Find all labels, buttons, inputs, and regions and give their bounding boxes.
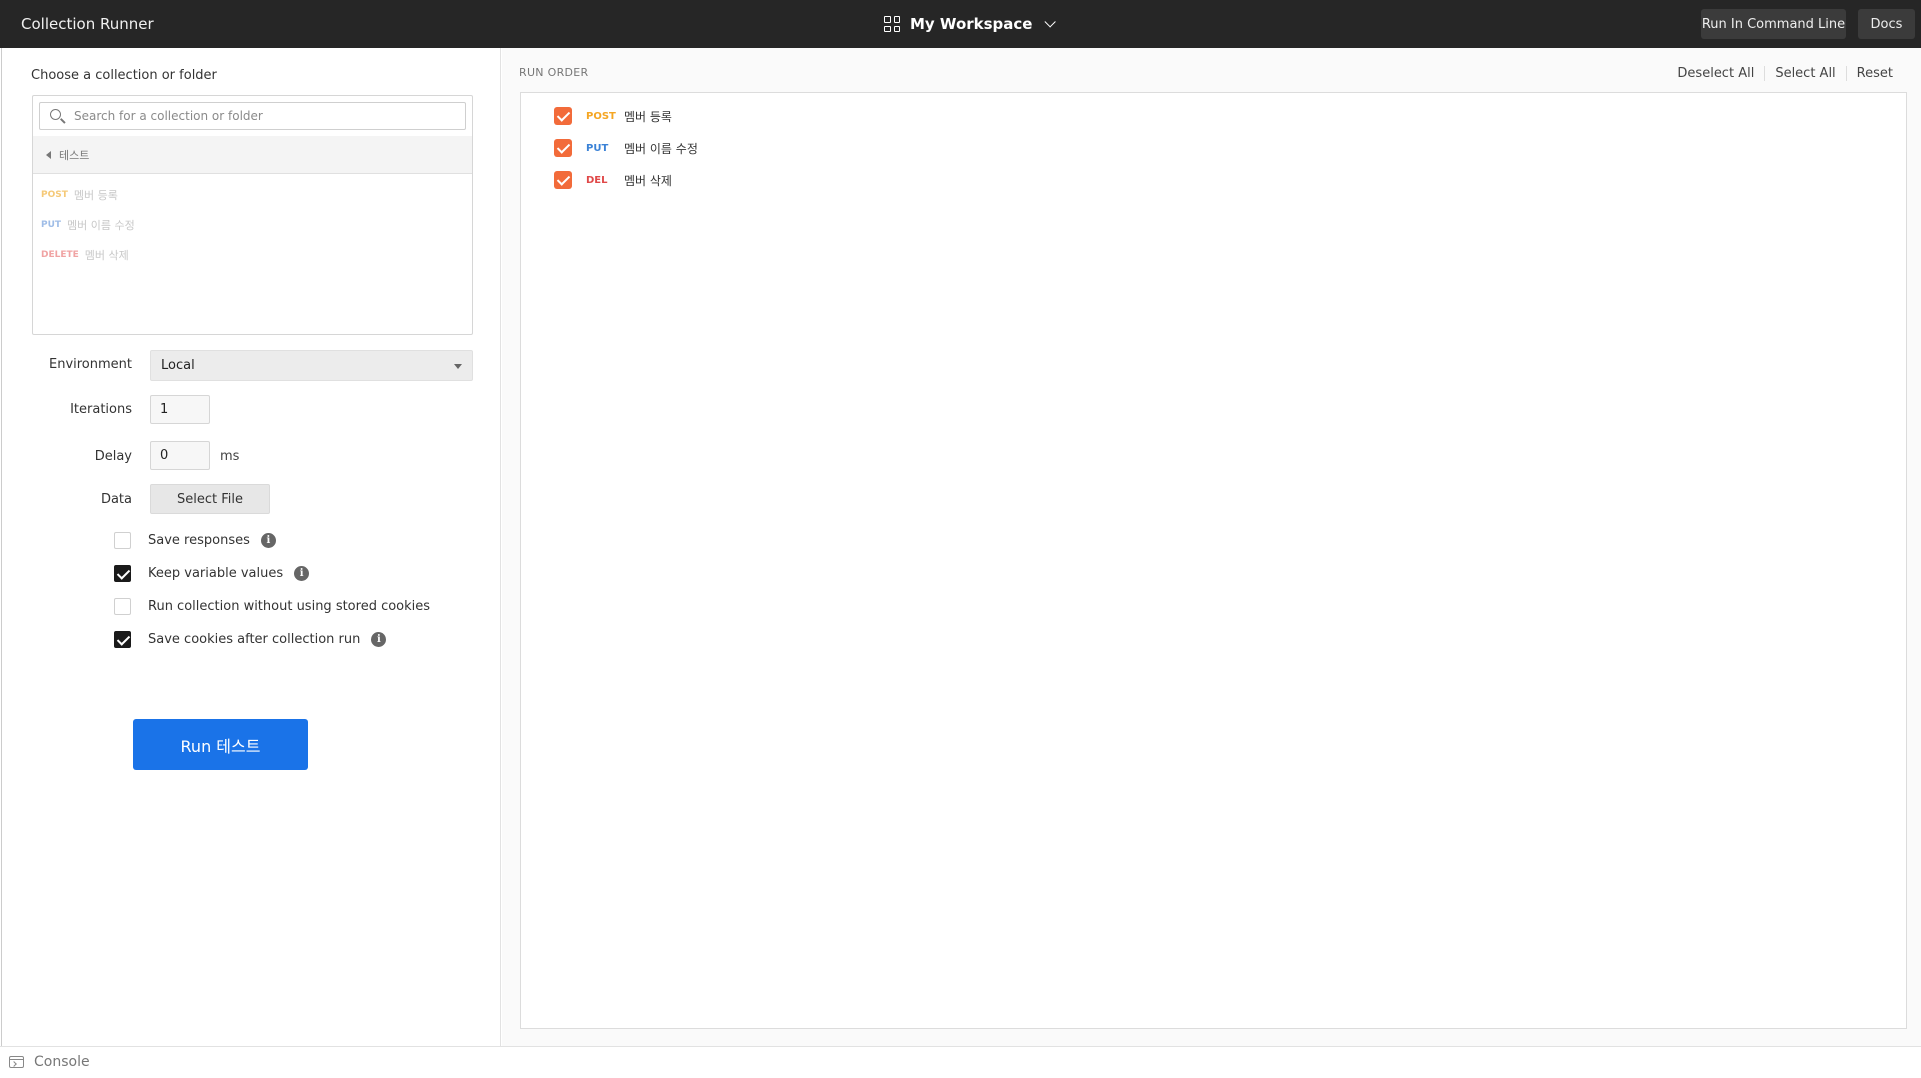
request-name: 멤버 이름 수정 — [67, 219, 135, 232]
iterations-label: Iterations — [70, 402, 132, 417]
folder-back-button[interactable]: 테스트 — [33, 136, 472, 174]
workspace-grid-icon — [884, 16, 900, 32]
option-run-without-cookies: Run collection without using stored cook… — [114, 596, 430, 616]
save-cookies-checkbox[interactable] — [114, 630, 131, 648]
list-item[interactable]: PUT 멤버 이름 수정 — [33, 210, 472, 240]
option-save-cookies: Save cookies after collection run i — [114, 629, 387, 649]
environment-label: Environment — [48, 357, 132, 372]
list-item[interactable]: POST 멤버 등록 — [554, 106, 672, 126]
save-responses-checkbox[interactable] — [114, 531, 131, 549]
run-order-checkbox[interactable] — [554, 171, 572, 189]
list-item[interactable]: POST 멤버 등록 — [33, 180, 472, 210]
method-badge: POST — [41, 190, 68, 200]
list-item[interactable]: PUT 멤버 이름 수정 — [554, 138, 698, 158]
choose-collection-label: Choose a collection or folder — [31, 68, 217, 83]
request-name: 멤버 등록 — [624, 109, 672, 124]
keep-variable-values-checkbox[interactable] — [114, 564, 131, 582]
environment-value: Local — [161, 358, 195, 373]
run-order-label: RUN ORDER — [519, 66, 589, 79]
option-save-responses: Save responses i — [114, 530, 276, 550]
window-title: Collection Runner — [21, 15, 154, 33]
info-icon[interactable]: i — [260, 532, 276, 548]
info-icon[interactable]: i — [294, 565, 310, 581]
data-label: Data — [100, 492, 132, 507]
option-label: Keep variable values — [148, 565, 284, 581]
delay-label: Delay — [94, 449, 132, 464]
folder-name: 테스트 — [59, 148, 90, 162]
method-badge: DELETE — [41, 250, 79, 260]
request-name: 멤버 등록 — [73, 189, 118, 202]
list-item[interactable]: DELETE 멤버 삭제 — [33, 240, 472, 270]
select-file-button[interactable]: Select File — [150, 484, 270, 514]
docs-button[interactable]: Docs — [1858, 9, 1915, 39]
run-order-list: POST 멤버 등록 PUT 멤버 이름 수정 DEL 멤버 삭제 — [520, 92, 1907, 1029]
select-all-link[interactable]: Select All — [1764, 66, 1845, 81]
run-without-cookies-checkbox[interactable] — [114, 597, 131, 615]
run-order-panel: RUN ORDER Deselect All Select All Reset … — [502, 48, 1921, 1046]
collection-browser: 테스트 POST 멤버 등록 PUT 멤버 이름 수정 DELETE 멤버 삭제 — [32, 95, 473, 335]
run-order-checkbox[interactable] — [554, 139, 572, 157]
run-order-actions: Deselect All Select All Reset — [1667, 66, 1903, 81]
deselect-all-link[interactable]: Deselect All — [1667, 66, 1764, 81]
method-badge: POST — [586, 110, 616, 122]
method-badge: PUT — [586, 142, 609, 154]
request-name: 멤버 이름 수정 — [624, 141, 698, 156]
option-label: Save cookies after collection run — [148, 631, 361, 647]
run-collection-button[interactable]: Run 테스트 — [133, 719, 308, 770]
option-label: Save responses — [148, 532, 250, 548]
request-name: 멤버 삭제 — [84, 249, 129, 262]
caret-down-icon — [454, 364, 462, 369]
runner-settings-panel: Choose a collection or folder 테스트 POST 멤… — [1, 48, 501, 1046]
method-badge: PUT — [41, 220, 62, 230]
workspace-switcher[interactable]: My Workspace — [884, 0, 1057, 48]
console-label: Console — [34, 1054, 90, 1070]
info-icon[interactable]: i — [371, 631, 387, 647]
console-button[interactable]: Console — [9, 1054, 90, 1070]
delay-input[interactable] — [150, 441, 210, 470]
request-name: 멤버 삭제 — [624, 173, 672, 188]
console-icon — [9, 1056, 24, 1068]
run-in-command-line-button[interactable]: Run In Command Line — [1701, 9, 1846, 39]
workspace-name: My Workspace — [910, 15, 1033, 33]
iterations-input[interactable] — [150, 395, 210, 424]
option-keep-variable-values: Keep variable values i — [114, 563, 310, 583]
search-box[interactable] — [39, 102, 466, 130]
caret-left-icon — [46, 150, 51, 159]
method-badge: DEL — [586, 174, 608, 186]
status-bar: Console — [0, 1046, 1921, 1078]
top-bar: Collection Runner My Workspace Run In Co… — [0, 0, 1921, 48]
delay-unit: ms — [220, 449, 240, 464]
chevron-down-icon — [1044, 16, 1057, 28]
list-item[interactable]: DEL 멤버 삭제 — [554, 170, 672, 190]
environment-select[interactable]: Local — [150, 350, 473, 381]
request-list: POST 멤버 등록 PUT 멤버 이름 수정 DELETE 멤버 삭제 — [33, 180, 472, 270]
search-icon — [50, 109, 61, 120]
run-order-checkbox[interactable] — [554, 107, 572, 125]
search-input[interactable] — [74, 106, 454, 126]
reset-link[interactable]: Reset — [1845, 66, 1903, 81]
option-label: Run collection without using stored cook… — [148, 598, 431, 614]
